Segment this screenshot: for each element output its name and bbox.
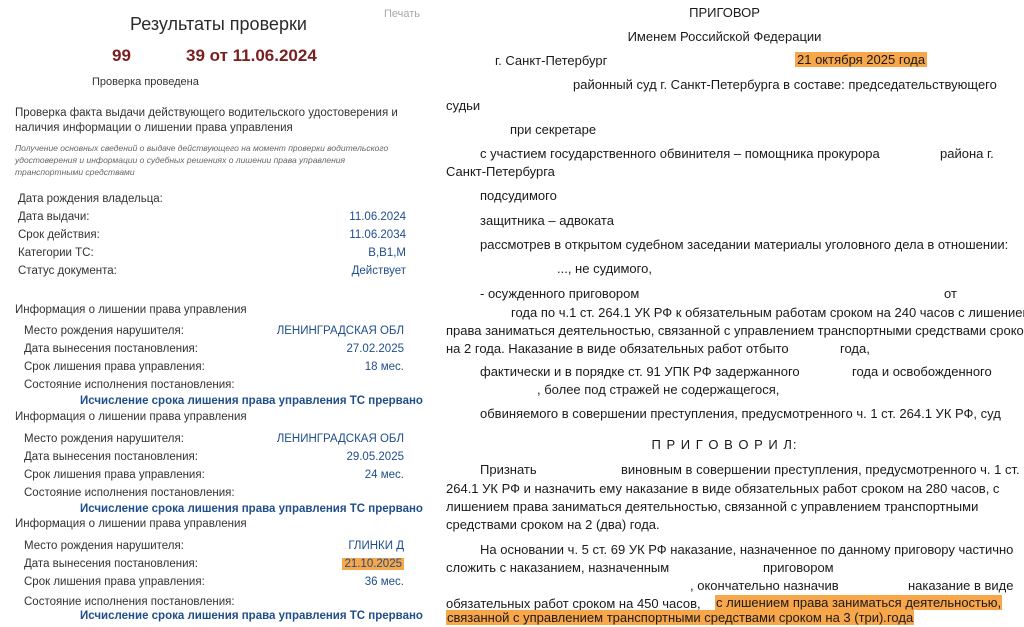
text-line: лишением права заниматься деятельностью,… — [446, 499, 979, 514]
text-line: года и освобожденного — [852, 364, 992, 379]
text-line: . — [883, 610, 887, 625]
state-value: Исчисление срока лишения права управлени… — [80, 395, 423, 407]
term-value: 24 мес. — [364, 469, 404, 481]
place-label: Место рождения нарушителя: — [24, 433, 184, 445]
text-line: наказание в виде — [908, 578, 1014, 593]
date-value-highlighted: 21.10.2025 — [342, 558, 404, 570]
text-line: , окончательно назначив — [690, 578, 839, 593]
deprivation-header: Информация о лишении права управления — [15, 411, 247, 423]
deprivation-header: Информация о лишении права управления — [15, 518, 247, 530]
sentenced-heading: П Р И Г О В О Р И Л: — [651, 437, 798, 452]
license-number-date: 39 от 11.06.2024 — [186, 46, 317, 65]
field-label-issued: Дата выдачи: — [18, 211, 90, 223]
text-line: подсудимого — [480, 188, 557, 203]
place-value: ЛЕНИНГРАДСКАЯ ОБЛ — [276, 325, 404, 337]
text-line: Санкт-Петербурга — [446, 164, 555, 179]
text-line: виновным в совершении преступления, пред… — [621, 462, 1020, 477]
term-label: Срок лишения права управления: — [24, 576, 205, 588]
text-line: 264.1 УК РФ и назначить ему наказание в … — [446, 481, 1000, 496]
verdict-city: г. Санкт-Петербург — [495, 53, 608, 68]
text-line: от — [944, 286, 957, 301]
term-value: 36 мес. — [364, 576, 404, 588]
field-label-birthdate: Дата рождения владельца: — [18, 193, 163, 205]
term-label: Срок лишения права управления: — [24, 361, 205, 373]
text-line: Признать — [480, 462, 537, 477]
verdict-title: ПРИГОВОР — [689, 5, 760, 20]
place-value: ГЛИНКИ Д — [348, 540, 404, 552]
notice-text: Получение основных сведений о выдаче дей… — [15, 143, 389, 177]
text-line: , более под стражей не содержащегося, — [537, 382, 780, 397]
field-label-status: Статус документа: — [18, 265, 117, 277]
print-link[interactable]: Печать — [384, 8, 420, 20]
state-value: Исчисление срока лишения права управлени… — [80, 610, 423, 622]
field-value-issued: 11.06.2024 — [349, 211, 406, 223]
highlighted-text: связанной с управлением транспортными ср… — [446, 610, 915, 625]
field-value-status: Действует — [351, 265, 406, 277]
text-line: обвиняемого в совершении преступления, п… — [480, 406, 1001, 421]
check-results-panel: Результаты проверки Печать 99 39 от 11.0… — [0, 0, 425, 627]
date-value: 27.02.2025 — [346, 343, 404, 355]
state-label: Состояние исполнения постановления: — [24, 379, 235, 391]
term-label: Срок лишения права управления: — [24, 469, 205, 481]
text-line: На основании ч. 5 ст. 69 УК РФ наказание… — [480, 542, 1014, 557]
text-line: обязательных работ сроком на 450 часов, — [446, 596, 701, 611]
date-label: Дата вынесения постановления: — [24, 343, 198, 355]
text-line: района г. — [940, 146, 994, 161]
purpose-line-1: Проверка факта выдачи действующего водит… — [15, 107, 398, 119]
text-line: - осужденного приговором — [480, 286, 640, 301]
place-label: Место рождения нарушителя: — [24, 540, 184, 552]
text-line: года, — [840, 341, 870, 356]
check-done-label: Проверка проведена — [92, 76, 199, 88]
license-series: 99 — [112, 46, 131, 65]
purpose-line-2: наличия информации о лишении права управ… — [15, 122, 293, 134]
state-label: Состояние исполнения постановления: — [24, 596, 235, 608]
text-line: районный суд г. Санкт-Петербурга в соста… — [573, 77, 997, 92]
text-line: на 2 года. Наказание в виде обязательных… — [446, 341, 789, 356]
verdict-subtitle: Именем Российской Федерации — [627, 29, 822, 44]
text-line: приговором — [763, 560, 834, 575]
field-label-valid: Срок действия: — [18, 229, 100, 241]
text-line: сложить с наказанием, назначенным — [446, 560, 670, 575]
date-value: 29.05.2025 — [346, 451, 404, 463]
text-line: при секретаре — [510, 122, 597, 137]
text-line: защитника – адвоката — [480, 213, 614, 228]
text-line: судьи — [446, 98, 481, 113]
state-label: Состояние исполнения постановления: — [24, 487, 235, 499]
deprivation-header: Информация о лишении права управления — [15, 304, 247, 316]
text-line: рассмотрев в открытом судебном заседании… — [480, 237, 1009, 252]
text-line: года по ч.1 ст. 264.1 УК РФ к обязательн… — [511, 305, 1024, 320]
date-label: Дата вынесения постановления: — [24, 558, 198, 570]
text-line: ..., не судимого, — [557, 261, 652, 276]
field-label-categories: Категории ТС: — [18, 247, 94, 259]
state-value: Исчисление срока лишения права управлени… — [80, 503, 423, 515]
date-label: Дата вынесения постановления: — [24, 451, 198, 463]
highlighted-text: с лишением права заниматься деятельность… — [715, 595, 1003, 610]
text-line: фактически и в порядке ст. 91 УПК РФ зад… — [480, 364, 800, 379]
text-line: с участием государственного обвинителя –… — [480, 146, 880, 161]
verdict-document: ПРИГОВОР Именем Российской Федерации г. … — [425, 0, 1024, 627]
text-line: средствами сроком на 2 (два) года. — [446, 517, 660, 532]
place-label: Место рождения нарушителя: — [24, 325, 184, 337]
place-value: ЛЕНИНГРАДСКАЯ ОБЛ — [276, 433, 404, 445]
verdict-date-highlighted: 21 октября 2025 года — [795, 52, 928, 67]
field-value-valid: 11.06.2034 — [349, 229, 406, 241]
text-line: права заниматься деятельностью, связанно… — [446, 323, 1024, 338]
page-title: Результаты проверки — [130, 14, 307, 34]
term-value: 18 мес. — [364, 361, 404, 373]
field-value-categories: B,B1,M — [368, 247, 406, 259]
